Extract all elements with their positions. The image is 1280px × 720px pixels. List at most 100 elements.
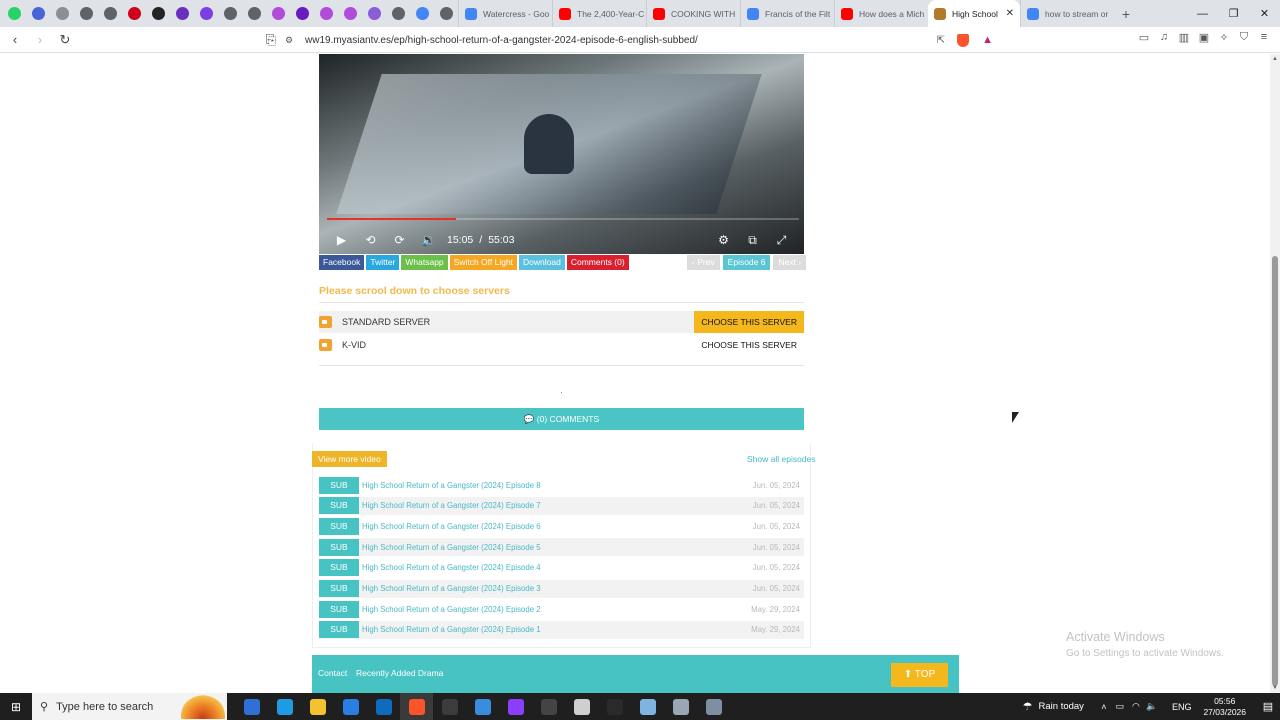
speaker-icon[interactable]: 🔈 [1144,701,1160,712]
scrollbar-thumb[interactable] [1272,256,1278,686]
episode-row[interactable]: SUB High School Return of a Gangster (202… [319,579,804,598]
episode-row[interactable]: SUB High School Return of a Gangster (202… [319,559,804,577]
network-icon[interactable]: ▭ [1112,701,1128,712]
comments-bar[interactable]: 💬 (0) COMMENTS [319,408,804,430]
browser-tab[interactable]: COOKING WITH [646,0,740,27]
pinned-tab[interactable] [290,0,314,27]
share-button-download[interactable]: Download [519,255,565,270]
browser-tab[interactable]: How does a Mich [834,0,928,27]
volume-icon[interactable]: 🔉 [414,233,443,247]
share-button-comments-0[interactable]: Comments (0) [566,255,629,270]
back-button[interactable]: ‹ [5,32,25,47]
weather-text[interactable]: Rain today [1039,701,1084,712]
share-icon[interactable]: ⇱ [937,35,945,46]
rewind-10-icon[interactable]: ⟲ [356,233,385,247]
taskbar-app[interactable] [532,693,565,720]
notifications-icon[interactable]: ▤ [1256,700,1280,713]
menu-icon[interactable]: ≡ [1254,31,1274,44]
leo-ai-icon[interactable]: ✧ [1214,31,1234,44]
taskbar-app[interactable] [466,693,499,720]
taskbar-app[interactable] [664,693,697,720]
page-scrollbar[interactable]: ▲ ▼ [1270,54,1280,693]
fullscreen-icon[interactable]: ⤢ [767,233,796,248]
scroll-down-arrow[interactable]: ▼ [1270,685,1280,691]
minimize-button[interactable]: — [1187,0,1218,27]
bookmark-icon[interactable]: ⎘ [261,32,281,48]
browser-tab[interactable]: how to stream or [1020,0,1114,27]
choose-server-button[interactable]: CHOOSE THIS SERVER [694,311,804,333]
clock[interactable]: 05:56 27/03/2026 [1203,696,1246,718]
taskbar-app[interactable] [235,693,268,720]
pinned-tab[interactable] [242,0,266,27]
language-indicator[interactable]: ENG [1172,702,1192,712]
tab-close-icon[interactable]: ✕ [1006,8,1014,19]
episode-link[interactable]: High School Return of a Gangster (2024) … [362,563,541,572]
view-more-video-button[interactable]: View more video [312,451,387,467]
forward-button[interactable]: › [30,32,50,47]
scroll-up-arrow[interactable]: ▲ [1270,56,1280,62]
choose-server-button[interactable]: CHOOSE THIS SERVER [694,334,804,356]
taskbar-app[interactable] [565,693,598,720]
video-player[interactable]: ▶ ⟲ ⟳ 🔉 15:05 / 55:03 ⚙ ⧉ ⤢ [319,54,804,254]
next-episode-button[interactable]: Next › [773,255,807,270]
url-field[interactable]: ⚙ ww19.myasiantv.es/ep/high-school-retur… [285,31,1003,49]
settings-gear-icon[interactable]: ⚙ [709,233,738,247]
share-button-whatsapp[interactable]: Whatsapp [401,255,448,270]
taskbar-app[interactable] [433,693,466,720]
episode-link[interactable]: High School Return of a Gangster (2024) … [362,501,541,510]
music-icon[interactable]: ♫ [1154,31,1174,44]
episode-row[interactable]: SUB High School Return of a Gangster (202… [319,620,804,639]
taskbar-app[interactable] [367,693,400,720]
episode-row[interactable]: SUB High School Return of a Gangster (202… [319,496,804,515]
episode-link[interactable]: High School Return of a Gangster (2024) … [362,481,541,490]
weather-icon[interactable]: ☂ [1023,700,1033,713]
pinned-tab[interactable] [338,0,362,27]
taskbar-app[interactable] [400,693,433,720]
browser-tab[interactable]: High School ✕ [928,0,1020,27]
taskbar-app[interactable] [697,693,730,720]
play-icon[interactable]: ▶ [327,233,356,247]
contact-link[interactable]: Contact [318,668,347,678]
episode-row[interactable]: SUB High School Return of a Gangster (202… [319,476,804,494]
share-button-switch-off-light[interactable]: Switch Off Light [449,255,518,270]
sidebar-icon[interactable]: ▥ [1174,31,1194,44]
brave-rewards-icon[interactable]: ▲ [982,34,993,46]
pinned-tab[interactable] [266,0,290,27]
prev-episode-button[interactable]: ‹ Prev [687,255,720,270]
pinned-tab[interactable] [314,0,338,27]
browser-tab[interactable]: The 2,400-Year-C [552,0,646,27]
taskbar-app[interactable] [598,693,631,720]
server-row[interactable]: STANDARD SERVER CHOOSE THIS SERVER [319,311,804,333]
browser-tab[interactable]: Francis of the Filt [740,0,834,27]
pinned-tab[interactable] [74,0,98,27]
taskbar-app[interactable] [268,693,301,720]
taskbar-app[interactable] [499,693,532,720]
maximize-button[interactable]: ❐ [1218,0,1249,27]
pinned-tab[interactable] [50,0,74,27]
pinned-tab[interactable] [362,0,386,27]
share-button-twitter[interactable]: Twitter [366,255,400,270]
episode-link[interactable]: High School Return of a Gangster (2024) … [362,543,541,552]
picture-in-picture-icon[interactable]: ⧉ [738,233,767,248]
episode-link[interactable]: High School Return of a Gangster (2024) … [362,625,541,634]
taskbar-search[interactable]: ⚲ Type here to search [32,693,227,720]
wifi-icon[interactable]: ◠ [1128,701,1144,712]
site-info-icon[interactable]: ⚙ [285,35,297,46]
browser-tab[interactable]: Watercress - Goo [458,0,552,27]
brave-shields-icon[interactable] [957,33,969,47]
pinned-tab[interactable] [170,0,194,27]
episode-row[interactable]: SUB High School Return of a Gangster (202… [319,538,804,557]
pinned-tab[interactable] [146,0,170,27]
taskbar-app[interactable] [631,693,664,720]
episode-link[interactable]: High School Return of a Gangster (2024) … [362,522,541,531]
pinned-tab[interactable] [194,0,218,27]
taskbar-app[interactable] [301,693,334,720]
episode-row[interactable]: SUB High School Return of a Gangster (202… [319,517,804,535]
vpn-icon[interactable]: ⛉ [1234,31,1254,44]
tray-chevron-icon[interactable]: ˄ [1096,702,1112,712]
pinned-tab[interactable] [218,0,242,27]
show-all-episodes-link[interactable]: Show all episodes [747,454,816,464]
forward-10-icon[interactable]: ⟳ [385,233,414,247]
pinned-tab[interactable] [26,0,50,27]
reload-button[interactable]: ↻ [55,32,75,48]
